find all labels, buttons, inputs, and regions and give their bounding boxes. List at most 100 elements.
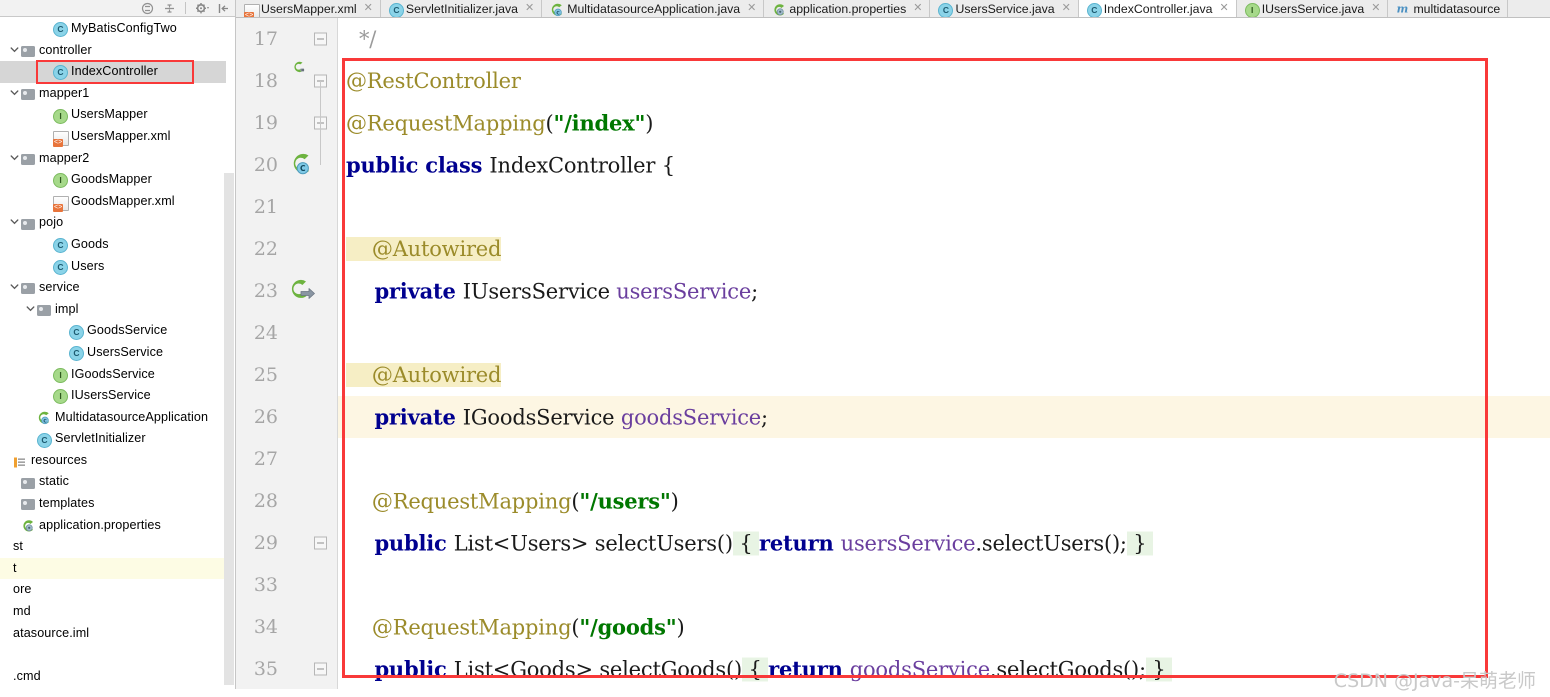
- editor-tab-usersmapper-xml[interactable]: UsersMapper.xml ✕: [236, 0, 381, 17]
- code-lines-container[interactable]: 17 */ 18 @RestController 19 @RequestMapping(…: [236, 18, 1550, 697]
- chevron-down-icon[interactable]: [24, 298, 37, 320]
- autowired-arrow-icon[interactable]: [288, 278, 315, 304]
- tree-item-md[interactable]: md: [0, 601, 226, 623]
- editor-tab-application-properties[interactable]: application.properties ✕: [764, 0, 931, 17]
- editor-tab-usersservice-java[interactable]: C UsersService.java ✕: [930, 0, 1079, 17]
- tree-item-usersmapper-xml[interactable]: UsersMapper.xml: [0, 126, 226, 148]
- tree-item-service[interactable]: service: [0, 277, 226, 299]
- editor-tab-indexcontroller-java[interactable]: C IndexController.java ✕: [1078, 0, 1237, 17]
- code-line[interactable]: 18 @RestController: [236, 60, 1550, 102]
- close-icon[interactable]: ✕: [913, 3, 922, 14]
- svg-text:m: m: [1397, 3, 1409, 16]
- code-line[interactable]: 34 @RequestMapping("/goods"): [236, 606, 1550, 648]
- code-line[interactable]: 23 private IUsersService usersService;: [236, 270, 1550, 312]
- tree-item-goods[interactable]: C Goods: [0, 234, 226, 256]
- code-line[interactable]: 21: [236, 186, 1550, 228]
- tree-item-usersservice[interactable]: C UsersService: [0, 342, 226, 364]
- tree-item-cmd[interactable]: .cmd: [0, 666, 226, 688]
- tree-item-st[interactable]: st: [0, 536, 226, 558]
- fold-connector-line: [320, 123, 321, 165]
- fold-collapse-icon[interactable]: [314, 662, 327, 676]
- editor-tab-multidatasourceapplication-java[interactable]: C MultidatasourceApplication.java ✕: [542, 0, 765, 17]
- tree-item-label: templates: [39, 496, 95, 511]
- expand-all-icon[interactable]: [163, 2, 176, 15]
- fold-collapse-icon[interactable]: [314, 32, 327, 46]
- code-line[interactable]: 24: [236, 312, 1550, 354]
- tree-item-t[interactable]: t: [0, 557, 226, 580]
- close-icon[interactable]: ✕: [1062, 3, 1071, 14]
- code-line[interactable]: 33: [236, 564, 1550, 606]
- folder-icon: [21, 86, 36, 101]
- tree-item-ore[interactable]: ore: [0, 579, 226, 601]
- tree-item-mybatisconfigtwo[interactable]: C MyBatisConfigTwo: [0, 18, 226, 40]
- tree-item-resources[interactable]: resources: [0, 450, 226, 472]
- tree-item-goodsservice[interactable]: C GoodsService: [0, 320, 226, 342]
- code-editor[interactable]: 17 */ 18 @RestController 19 @RequestMapping(…: [236, 18, 1550, 697]
- close-icon[interactable]: ✕: [364, 3, 373, 14]
- code-line[interactable]: 17 */: [236, 18, 1550, 60]
- tree-item-mapper1[interactable]: mapper1: [0, 83, 226, 105]
- editor-tab-label: application.properties: [789, 1, 907, 16]
- editor-tab-label: UsersMapper.xml: [261, 1, 357, 16]
- tree-item-users[interactable]: C Users: [0, 256, 226, 278]
- chevron-down-icon[interactable]: [8, 147, 21, 169]
- tree-item-label: IGoodsService: [71, 366, 155, 381]
- project-tree[interactable]: C MyBatisConfigTwo controller C IndexControl…: [0, 18, 226, 697]
- code-line[interactable]: 26 private IGoodsService goodsService;: [236, 396, 1550, 438]
- tree-item-pojo[interactable]: pojo: [0, 212, 226, 234]
- close-icon[interactable]: ✕: [1219, 3, 1228, 14]
- line-number: 29: [253, 532, 278, 554]
- code-line[interactable]: 27: [236, 438, 1550, 480]
- close-icon[interactable]: ✕: [1371, 3, 1380, 14]
- tree-item-atasource-iml[interactable]: atasource.iml: [0, 623, 226, 645]
- tree-item-label: GoodsMapper: [71, 172, 152, 187]
- collapse-all-icon[interactable]: [141, 2, 154, 15]
- editor-tab-iusersservice-java[interactable]: I IUsersService.java ✕: [1236, 0, 1389, 17]
- tree-item-usersmapper[interactable]: I UsersMapper: [0, 104, 226, 126]
- project-panel-scrollbar[interactable]: [224, 173, 234, 685]
- xml-file-icon: [244, 2, 260, 17]
- tree-item-servletinitializer[interactable]: C ServletInitializer: [0, 428, 226, 450]
- code-line[interactable]: 19 @RequestMapping("/index"): [236, 102, 1550, 144]
- tree-item-label: t: [13, 560, 17, 575]
- tree-item-controller[interactable]: controller: [0, 40, 226, 62]
- tree-item-goodsmapper[interactable]: I GoodsMapper: [0, 169, 226, 191]
- tree-item-label: GoodsService: [87, 323, 168, 338]
- chevron-down-icon[interactable]: [8, 82, 21, 104]
- tree-item-impl[interactable]: impl: [0, 299, 226, 321]
- hide-panel-icon[interactable]: [217, 2, 230, 15]
- tree-item-mapper2[interactable]: mapper2: [0, 148, 226, 170]
- close-icon[interactable]: ✕: [525, 3, 534, 14]
- code-line[interactable]: 28 @RequestMapping("/users"): [236, 480, 1550, 522]
- tree-item-label: GoodsMapper.xml: [71, 193, 175, 208]
- tree-item-igoodsservice[interactable]: I IGoodsService: [0, 364, 226, 386]
- tree-item-multidatasourceapplication[interactable]: C MultidatasourceApplication: [0, 407, 226, 429]
- tree-item-templates[interactable]: templates: [0, 493, 226, 515]
- code-line[interactable]: 20 Cpublic class IndexController {: [236, 144, 1550, 186]
- class-icon: C: [53, 64, 68, 81]
- code-line[interactable]: 22 @Autowired: [236, 228, 1550, 270]
- class-icon: C: [388, 2, 404, 17]
- folder-icon: [21, 216, 36, 231]
- gear-icon[interactable]: [195, 2, 209, 15]
- spring-bean-class-icon[interactable]: C: [288, 152, 314, 178]
- editor-tab-label: multidatasource: [1413, 1, 1501, 16]
- chevron-down-icon[interactable]: [8, 39, 21, 61]
- chevron-down-icon[interactable]: [8, 211, 21, 233]
- tree-item-application-properties[interactable]: application.properties: [0, 515, 226, 537]
- spring-bean-small-icon[interactable]: [288, 61, 314, 94]
- editor-tab-servletinitializer-java[interactable]: C ServletInitializer.java ✕: [380, 0, 543, 17]
- close-icon[interactable]: ✕: [747, 3, 756, 14]
- tree-item-static[interactable]: static: [0, 471, 226, 493]
- editor-tabbar[interactable]: UsersMapper.xml✕CServletInitializer.java…: [236, 0, 1550, 18]
- tree-item-indexcontroller[interactable]: C IndexController: [0, 61, 226, 83]
- code-line[interactable]: 29 public List<Users> selectUsers() { re…: [236, 522, 1550, 564]
- class-icon: C: [938, 2, 954, 17]
- code-line[interactable]: 25 @Autowired: [236, 354, 1550, 396]
- tree-item-blank-29[interactable]: [0, 644, 226, 666]
- fold-collapse-icon[interactable]: [314, 536, 327, 550]
- chevron-down-icon[interactable]: [8, 276, 21, 298]
- editor-tab-multidatasource[interactable]: m multidatasource: [1388, 0, 1509, 17]
- tree-item-iusersservice[interactable]: I IUsersService: [0, 385, 226, 407]
- tree-item-goodsmapper-xml[interactable]: GoodsMapper.xml: [0, 191, 226, 213]
